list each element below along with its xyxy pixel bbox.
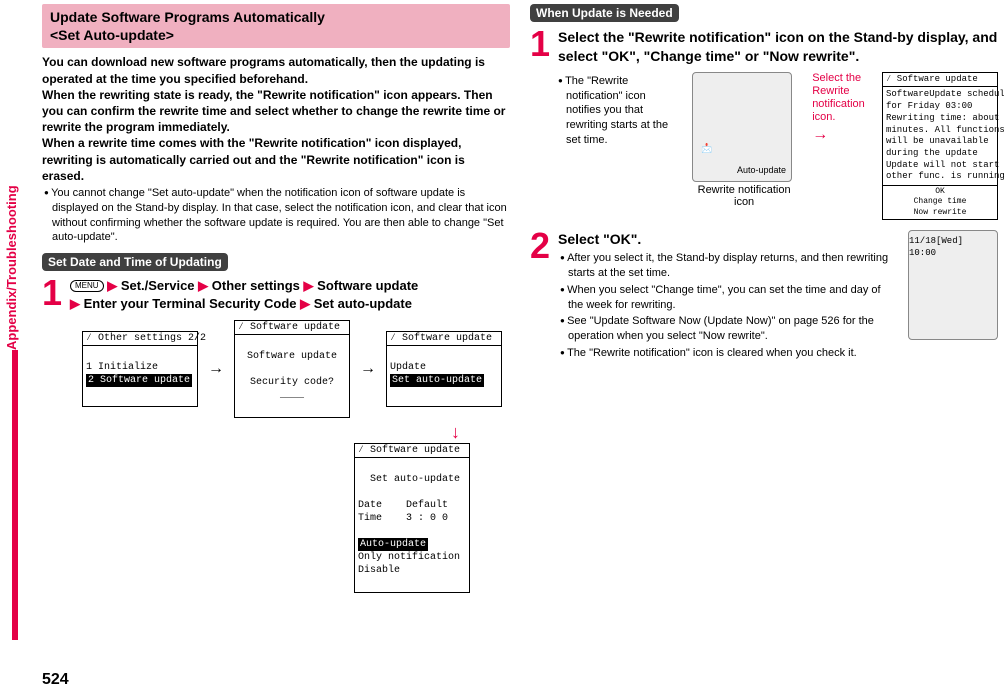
callout-arrow-icon: → — [812, 125, 866, 144]
screen-title: ⁄ Software update — [355, 444, 469, 458]
intro-text: You can download new software programs a… — [42, 54, 510, 184]
right-step-1: 1 Select the "Rewrite notification" icon… — [530, 28, 998, 66]
section-title-box: Update Software Programs Automatically <… — [42, 4, 510, 48]
page-number: 524 — [42, 671, 69, 689]
step-number-1: 1 — [42, 277, 66, 309]
screen-body-text: SoftwareUpdate scheduled for Friday 03:0… — [883, 87, 997, 185]
phone-standby-figure-small: 11/18[Wed] 10:00 — [908, 230, 998, 340]
standby-date-time: 11/18[Wed] 10:00 — [909, 235, 993, 259]
screen-row: Update — [390, 362, 426, 373]
screen-line: Security code? — [250, 377, 334, 388]
arrow-icon: ▶ — [300, 296, 310, 311]
screen-software-update-menu: ⁄ Software update Update Set auto-update — [386, 331, 502, 407]
seq-e: Set auto-update — [314, 296, 412, 311]
seq-b: Other settings — [212, 278, 300, 293]
screen-footer-options: OK Change time Now rewrite — [883, 185, 997, 219]
left-step-1: 1 MENU ▶ Set./Service ▶ Other settings ▶… — [42, 277, 510, 312]
screen-line: ____ — [280, 390, 304, 401]
screen-software-update-dialog: ⁄ Software update SoftwareUpdate schedul… — [882, 72, 998, 220]
seq-d: Enter your Terminal Security Code — [84, 296, 297, 311]
screen-title: ⁄ Software update — [387, 332, 501, 346]
arrow-icon: ▶ — [198, 278, 208, 293]
screen-row-selected: 2 Software update — [86, 374, 192, 387]
step-number-2: 2 — [530, 230, 554, 262]
arrow-down-icon: ↓ — [451, 422, 460, 442]
screen-row: Disable — [358, 565, 400, 576]
arrow-icon: ▶ — [107, 278, 117, 293]
page: Appendix/Troubleshooting Update Software… — [0, 0, 1004, 697]
seq-a: Set./Service — [121, 278, 195, 293]
arrow-right-icon: → — [360, 360, 376, 378]
screen-line: Time 3 : 0 0 — [358, 513, 448, 524]
screen-row: 1 Initialize — [86, 362, 158, 373]
arrow-icon: ▶ — [70, 296, 80, 311]
step-2-bullet-3: See "Update Software Now (Update Now)" o… — [558, 314, 898, 344]
section-title-line2: <Set Auto-update> — [50, 26, 502, 44]
rewrite-notification-icon: 📩 — [701, 143, 712, 154]
step-2-bullet-2: When you select "Change time", you can s… — [558, 283, 898, 313]
screen-line: Date Default — [358, 500, 448, 511]
right-step-1-figure-row: The "Rewrite notification" icon notifies… — [556, 72, 998, 220]
step-2-bullet-4: The "Rewrite notification" icon is clear… — [558, 346, 898, 361]
right-step-2: 2 Select "OK". After you select it, the … — [530, 230, 998, 363]
side-tab-label: Appendix/Troubleshooting — [4, 185, 19, 350]
intro-bullet: You cannot change "Set auto-update" when… — [42, 186, 510, 245]
step-1-sequence: MENU ▶ Set./Service ▶ Other settings ▶ S… — [70, 277, 510, 312]
screen-row-selected: Auto-update — [358, 538, 428, 551]
screen-title: ⁄ Software update — [883, 73, 997, 88]
screen-set-auto-update: ⁄ Software update Set auto-update Date D… — [354, 443, 470, 593]
screen-row-1: ⁄ Other settings 2/2 1 Initialize 2 Soft… — [82, 320, 510, 418]
figure-caption: Rewrite notification icon — [692, 184, 796, 208]
right-column: When Update is Needed 1 Select the "Rewr… — [530, 4, 998, 597]
left-column: Update Software Programs Automatically <… — [42, 4, 510, 597]
arrow-down-wrap: ↓ — [42, 422, 460, 443]
screen-title: ⁄ Other settings 2/2 — [83, 332, 197, 346]
arrow-right-icon: → — [208, 360, 224, 378]
step-number-1: 1 — [530, 28, 554, 60]
side-tab-bar — [12, 350, 18, 640]
screen-row: Only notification — [358, 552, 460, 563]
screen-other-settings: ⁄ Other settings 2/2 1 Initialize 2 Soft… — [82, 331, 198, 407]
seq-c: Software update — [317, 278, 418, 293]
screen-sub: Set auto-update — [370, 474, 460, 485]
screen-title: ⁄ Software update — [235, 321, 349, 335]
menu-key-icon: MENU — [70, 280, 104, 292]
auto-update-icon-label: Auto-update — [737, 165, 786, 175]
sub-heading-set-date: Set Date and Time of Updating — [42, 253, 228, 271]
screen-row-2: ⁄ Software update Set auto-update Date D… — [82, 443, 470, 593]
arrow-icon: ▶ — [304, 278, 314, 293]
screen-row-selected: Set auto-update — [390, 374, 484, 387]
screen-software-update-prompt: ⁄ Software update Software update Securi… — [234, 320, 350, 418]
step-1-bullet: The "Rewrite notification" icon notifies… — [556, 74, 676, 148]
section-title-line1: Update Software Programs Automatically — [50, 8, 502, 26]
phone-standby-figure: 📩 Auto-update Rewrite notification icon — [692, 72, 796, 208]
step-1-title: Select the "Rewrite notification" icon o… — [558, 28, 998, 66]
sub-heading-when-update: When Update is Needed — [530, 4, 679, 22]
callout-text: Select the Rewrite notification icon. — [812, 72, 866, 125]
step-2-bullet-1: After you select it, the Stand-by displa… — [558, 251, 898, 281]
screen-line: Software update — [247, 351, 337, 362]
step-2-title: Select "OK". — [558, 230, 898, 249]
